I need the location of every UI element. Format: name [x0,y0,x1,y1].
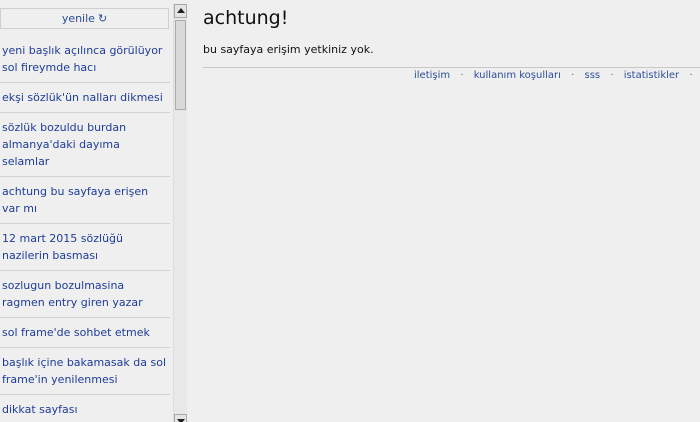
scroll-thumb[interactable] [175,20,186,110]
browser-viewport: yenile ↻ yeni başlık açılınca görülüyor s… [0,0,700,422]
footer-separator: · [689,70,693,81]
footer-link-faq[interactable]: sss [584,70,600,81]
topic-link[interactable]: sozlugun bozulmasina ragmen entry giren … [0,277,170,318]
topic-link[interactable]: 12 mart 2015 sözlüğü nazilerin basması [0,230,170,271]
topic-link[interactable]: dikkat sayfası [0,401,170,422]
footer-link-contact[interactable]: iletişim [414,70,450,81]
refresh-label: yenile [61,12,95,25]
refresh-button[interactable]: yenile ↻ [0,8,169,29]
topic-list: yeni başlık açılınca görülüyor sol firey… [0,42,170,422]
topic-link[interactable]: yeni başlık açılınca görülüyor sol firey… [0,42,170,83]
topic-link[interactable]: ekşi sözlük'ün nalları dikmesi [0,89,170,113]
topic-link[interactable]: sol frame'de sohbet etmek [0,324,170,348]
footer-separator: · [571,70,575,81]
footer-link-statistics[interactable]: istatistikler [624,70,679,81]
footer-separator: · [610,70,614,81]
left-frame: yenile ↻ yeni başlık açılınca görülüyor s… [0,0,172,422]
footer-links: iletişim · kullanım koşulları · sss · is… [414,70,700,81]
footer-link-terms[interactable]: kullanım koşulları [474,70,561,81]
page-title: achtung! [203,7,289,29]
scroll-down-button[interactable] [174,414,187,422]
access-denied-message: bu sayfaya erişim yetkiniz yok. [203,43,374,56]
refresh-icon: ↻ [97,12,108,25]
scroll-up-button[interactable] [174,4,187,18]
topic-link[interactable]: başlık içine bakamasak da sol frame'in y… [0,354,170,395]
arrow-up-icon [177,8,185,13]
main-frame: achtung! bu sayfaya erişim yetkiniz yok.… [203,0,700,422]
topic-link[interactable]: sözlük bozuldu burdan almanya'daki dayım… [0,119,170,177]
topic-link[interactable]: achtung bu sayfaya erişen var mı [0,183,170,224]
footer-divider [203,67,700,68]
left-frame-scrollbar[interactable] [173,4,187,422]
footer-separator: · [460,70,464,81]
